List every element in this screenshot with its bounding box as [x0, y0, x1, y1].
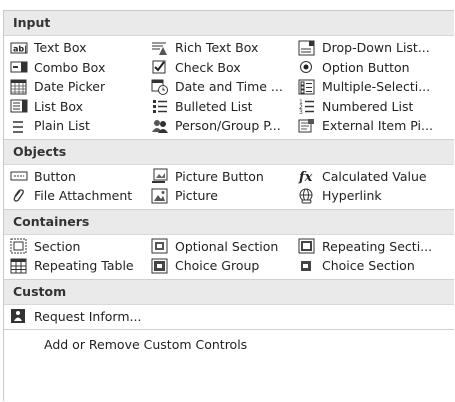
file-attachment-icon — [10, 188, 28, 204]
control-external-item-picker[interactable]: External Item Pi... — [298, 116, 452, 136]
calculated-value-icon: fx — [298, 168, 316, 184]
control-bulleted-list[interactable]: Bulleted List — [151, 97, 298, 117]
control-label: Repeating Table — [34, 258, 134, 274]
control-label: Section — [34, 238, 81, 254]
rich-text-box-icon — [151, 40, 169, 56]
section-header-input: Input — [4, 11, 454, 36]
control-list-box[interactable]: List Box — [10, 97, 151, 117]
button-icon — [10, 168, 28, 184]
numbered-list-icon: 123 — [298, 98, 316, 114]
repeating-table-icon — [10, 258, 28, 274]
add-remove-custom-controls-button[interactable]: Add or Remove Custom Controls — [4, 329, 454, 364]
control-multiple-selection-list[interactable]: Multiple-Selecti... — [298, 77, 452, 97]
control-numbered-list[interactable]: 123 Numbered List — [298, 97, 452, 117]
control-label: External Item Pi... — [322, 118, 433, 134]
person-group-picker-icon — [151, 118, 169, 134]
svg-text:ab|: ab| — [13, 44, 27, 53]
choice-group-icon — [151, 258, 169, 274]
objects-controls-grid: Button Picture Button fx Calculated Valu… — [4, 165, 454, 209]
control-option-button[interactable]: Option Button — [298, 58, 452, 78]
control-label: List Box — [34, 98, 84, 114]
control-repeating-section[interactable]: Repeating Secti... — [298, 237, 452, 257]
control-label: File Attachment — [34, 188, 133, 204]
option-button-icon — [298, 59, 316, 75]
external-item-picker-icon — [298, 118, 316, 134]
control-plain-list[interactable]: Plain List — [10, 116, 151, 136]
control-label: Drop-Down List... — [322, 40, 430, 56]
control-label: Calculated Value — [322, 168, 427, 184]
picture-icon — [151, 188, 169, 204]
date-time-picker-icon — [151, 79, 169, 95]
controls-gallery: Input ab| Text Box Rich Text Box Drop-Do… — [3, 10, 454, 401]
control-label: Combo Box — [34, 59, 106, 75]
multiple-selection-list-icon — [298, 79, 316, 95]
control-choice-section[interactable]: Choice Section — [298, 256, 452, 276]
control-choice-group[interactable]: Choice Group — [151, 256, 298, 276]
repeating-section-icon — [298, 238, 316, 254]
control-text-box[interactable]: ab| Text Box — [10, 38, 151, 58]
control-label: Person/Group P... — [175, 118, 281, 134]
svg-text:3: 3 — [299, 109, 303, 114]
control-label: Check Box — [175, 59, 241, 75]
text-box-icon: ab| — [10, 40, 28, 56]
control-hyperlink[interactable]: Hyperlink — [298, 186, 452, 206]
list-box-icon — [10, 98, 28, 114]
control-picture-button[interactable]: Picture Button — [151, 167, 298, 187]
svg-text:fx: fx — [298, 170, 313, 184]
control-label: Date Picker — [34, 79, 106, 95]
date-picker-icon — [10, 79, 28, 95]
picture-button-icon — [151, 168, 169, 184]
control-label: Choice Section — [322, 258, 415, 274]
control-label: Request Inform... — [34, 308, 142, 324]
hyperlink-icon — [298, 188, 316, 204]
containers-controls-grid: Section Optional Section Repeating Secti… — [4, 235, 454, 279]
choice-section-icon — [298, 258, 316, 274]
drop-down-list-icon — [298, 40, 316, 56]
control-drop-down-list[interactable]: Drop-Down List... — [298, 38, 452, 58]
control-label: Text Box — [34, 40, 87, 56]
control-combo-box[interactable]: Combo Box — [10, 58, 151, 78]
control-label: Rich Text Box — [175, 40, 259, 56]
control-check-box[interactable]: Check Box — [151, 58, 298, 78]
control-label: Picture — [175, 188, 218, 204]
control-label: Picture Button — [175, 168, 264, 184]
control-label: Date and Time ... — [175, 79, 283, 95]
control-label: Plain List — [34, 118, 90, 134]
check-box-icon — [151, 59, 169, 75]
control-file-attachment[interactable]: File Attachment — [10, 186, 151, 206]
control-label: Numbered List — [322, 98, 414, 114]
control-optional-section[interactable]: Optional Section — [151, 237, 298, 257]
section-header-custom: Custom — [4, 278, 454, 305]
combo-box-icon — [10, 59, 28, 75]
control-label: Option Button — [322, 59, 410, 75]
bulleted-list-icon — [151, 98, 169, 114]
control-picture[interactable]: Picture — [151, 186, 298, 206]
section-header-objects: Objects — [4, 138, 454, 165]
control-label: Bulleted List — [175, 98, 253, 114]
custom-controls-grid: Request Inform... — [4, 305, 454, 330]
section-icon — [10, 238, 28, 254]
section-header-containers: Containers — [4, 208, 454, 235]
control-date-time-picker[interactable]: Date and Time ... — [151, 77, 298, 97]
control-date-picker[interactable]: Date Picker — [10, 77, 151, 97]
request-information-icon — [10, 308, 28, 324]
control-person-group-picker[interactable]: Person/Group P... — [151, 116, 298, 136]
control-label: Multiple-Selecti... — [322, 79, 431, 95]
control-request-information[interactable]: Request Inform... — [10, 307, 151, 327]
control-label: Optional Section — [175, 238, 279, 254]
control-calculated-value[interactable]: fx Calculated Value — [298, 167, 452, 187]
control-repeating-table[interactable]: Repeating Table — [10, 256, 151, 276]
optional-section-icon — [151, 238, 169, 254]
control-label: Choice Group — [175, 258, 260, 274]
control-rich-text-box[interactable]: Rich Text Box — [151, 38, 298, 58]
control-section[interactable]: Section — [10, 237, 151, 257]
plain-list-icon — [10, 118, 28, 134]
input-controls-grid: ab| Text Box Rich Text Box Drop-Down Lis… — [4, 36, 454, 139]
control-button[interactable]: Button — [10, 167, 151, 187]
control-label: Repeating Secti... — [322, 238, 433, 254]
control-label: Button — [34, 168, 76, 184]
control-label: Hyperlink — [322, 188, 382, 204]
